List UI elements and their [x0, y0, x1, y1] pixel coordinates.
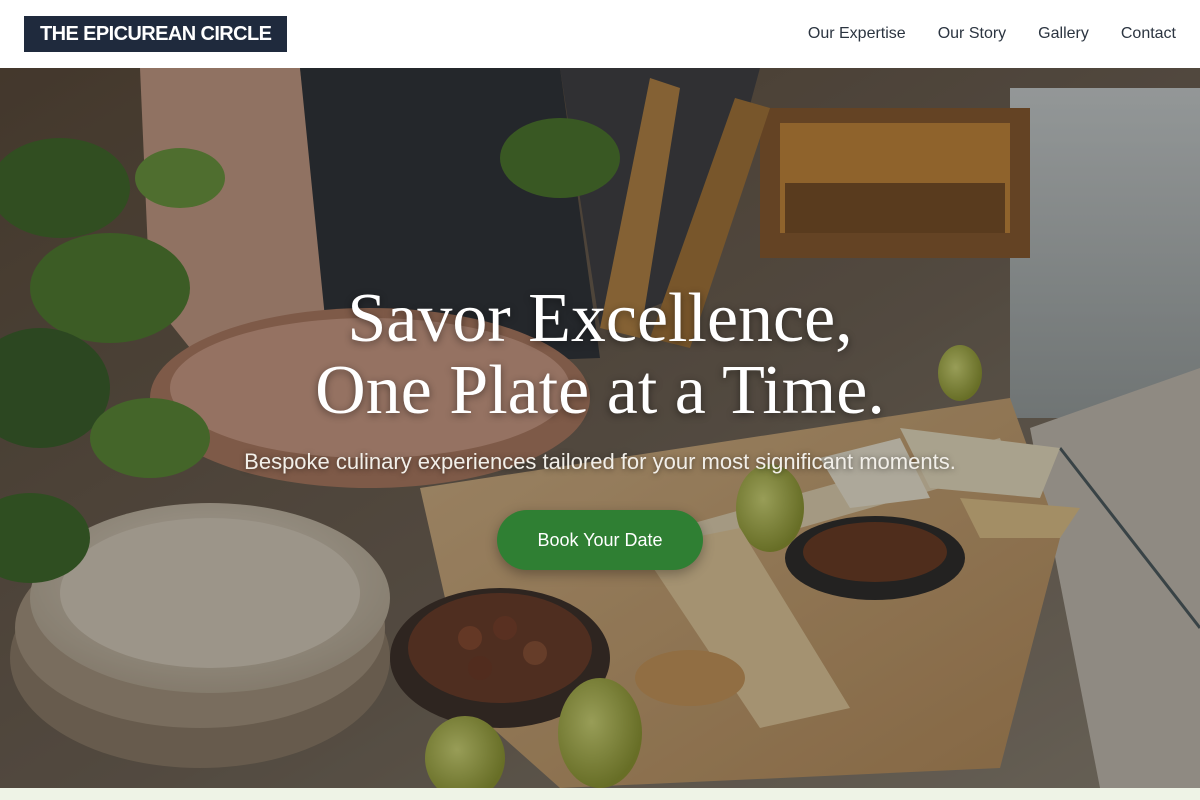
- site-header: THE EPICUREAN CIRCLE Our Expertise Our S…: [0, 0, 1200, 68]
- book-your-date-button[interactable]: Book Your Date: [497, 510, 703, 570]
- brand-logo[interactable]: THE EPICUREAN CIRCLE: [24, 16, 288, 52]
- hero-title-line-1: Savor Excellence,: [347, 280, 853, 357]
- nav-link-gallery[interactable]: Gallery: [1038, 24, 1089, 44]
- next-section-edge: [0, 788, 1200, 800]
- hero-section: Savor Excellence, One Plate at a Time. B…: [0, 68, 1200, 788]
- nav-link-contact[interactable]: Contact: [1121, 24, 1176, 44]
- hero-subtitle: Bespoke culinary experiences tailored fo…: [244, 449, 956, 474]
- hero-title-line-2: One Plate at a Time.: [315, 352, 885, 429]
- hero-title: Savor Excellence, One Plate at a Time.: [0, 283, 1200, 427]
- hero-content: Savor Excellence, One Plate at a Time. B…: [0, 68, 1200, 788]
- main-nav: Our Expertise Our Story Gallery Contact: [776, 24, 1176, 44]
- nav-link-our-story[interactable]: Our Story: [938, 24, 1006, 44]
- nav-link-our-expertise[interactable]: Our Expertise: [808, 24, 906, 44]
